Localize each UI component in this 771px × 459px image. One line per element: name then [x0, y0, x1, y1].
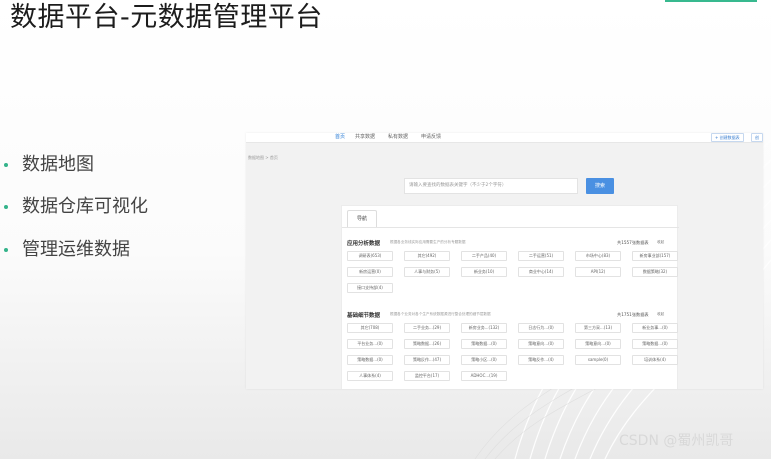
- category-tag[interactable]: 策略意向...(0): [518, 339, 564, 349]
- category-tag[interactable]: 人事与财务(5): [404, 267, 450, 277]
- secondary-nav-button[interactable]: 创: [751, 133, 763, 142]
- category-tag[interactable]: sample(0): [575, 355, 621, 365]
- category-tag[interactable]: 平台业务...(0): [347, 339, 393, 349]
- category-tag[interactable]: 接口支持部(4): [347, 283, 393, 293]
- category-tag[interactable]: 日志行为...(0): [518, 323, 564, 333]
- bullet-item: 数据仓库可视化: [0, 194, 230, 228]
- watermark: CSDN @蜀州凯哥: [619, 433, 734, 449]
- category-tag[interactable]: 人事体系(4): [347, 371, 393, 381]
- section-title: 基础细节数据: [347, 313, 381, 319]
- nav-link-private-data[interactable]: 私有数据: [388, 134, 408, 140]
- category-tag[interactable]: 策略数据...(26): [404, 339, 450, 349]
- category-tag[interactable]: 策略反作...(4): [518, 355, 564, 365]
- category-tag[interactable]: 监控平台(17): [404, 371, 450, 381]
- category-tag[interactable]: 商业中心(14): [518, 267, 564, 277]
- bullet-dot-icon: [4, 205, 8, 209]
- create-table-button[interactable]: + 创建数据表: [711, 133, 744, 142]
- category-tag[interactable]: 调研表(653): [347, 251, 393, 261]
- category-tag[interactable]: 第三方采...(13): [575, 323, 621, 333]
- top-accent-bar: [665, 0, 757, 2]
- category-tag[interactable]: 新房事业部(157): [632, 251, 678, 261]
- category-tag[interactable]: 策略数据...(0): [632, 339, 678, 349]
- category-tag[interactable]: 策略数据...(0): [347, 355, 393, 365]
- section-title: 应用分析数据: [347, 241, 381, 247]
- category-tag[interactable]: 培训体系(4): [632, 355, 678, 365]
- category-tag[interactable]: 二手产品(40): [461, 251, 507, 261]
- category-tag[interactable]: API(12): [575, 267, 621, 277]
- bullet-item: 管理运维数据: [0, 237, 230, 271]
- category-tag[interactable]: 其它(492): [404, 251, 450, 261]
- bullet-dot-icon: [4, 248, 8, 252]
- category-tag[interactable]: 策略小区...(0): [461, 355, 507, 365]
- nav-link-home[interactable]: 首页: [335, 134, 345, 140]
- category-tag[interactable]: 新房运营(0): [347, 267, 393, 277]
- search-button[interactable]: 搜索: [586, 178, 614, 194]
- section-description: 根据各业务线实际应用需要生产的分析专题数据: [390, 240, 466, 244]
- tab-navigation[interactable]: 导航: [347, 210, 377, 228]
- nav-link-shared-data[interactable]: 共享数据: [355, 134, 375, 140]
- section-count: 共1557张数据表: [617, 240, 649, 245]
- bullet-text: 数据地图: [22, 154, 94, 175]
- nav-link-feedback[interactable]: 申请反馈: [421, 134, 441, 140]
- category-tag[interactable]: 策略反作...(47): [404, 355, 450, 365]
- tab-divider: [342, 227, 679, 228]
- navigation-panel: 导航 应用分析数据 根据各业务线实际应用需要生产的分析专题数据 共1557张数据表收…: [341, 205, 679, 389]
- category-tag[interactable]: 其它(708): [347, 323, 393, 333]
- category-tag[interactable]: 新房业务...(132): [461, 323, 507, 333]
- section-count: 共1751张数据表: [617, 312, 649, 317]
- category-tag[interactable]: 数据策略(32): [632, 267, 678, 277]
- category-tag[interactable]: 市场中心(83): [575, 251, 621, 261]
- bullet-item: 数据地图: [0, 152, 230, 186]
- top-navigation: 首页 共享数据 私有数据 申请反馈 + 创建数据表 创: [246, 133, 763, 143]
- breadcrumb: 数据地图 > 首页: [248, 155, 278, 160]
- bullet-text: 管理运维数据: [22, 239, 130, 260]
- slide-title: 数据平台-元数据管理平台: [10, 2, 323, 33]
- search-input[interactable]: 请输入要查找的数据表关键字（不少于2个字符）: [404, 178, 578, 194]
- bullet-dot-icon: [4, 163, 8, 167]
- category-tag[interactable]: 二手运营(51): [518, 251, 564, 261]
- category-tag[interactable]: 二手业务...(29): [404, 323, 450, 333]
- section-collapse-toggle[interactable]: 收起: [657, 312, 664, 317]
- category-tag[interactable]: ADHOC...(19): [461, 371, 507, 381]
- category-tag[interactable]: 新业务事...(0): [632, 323, 678, 333]
- category-tag[interactable]: 新业务(10): [461, 267, 507, 277]
- bullet-text: 数据仓库可视化: [22, 196, 148, 217]
- category-tag[interactable]: 策略数据...(0): [461, 339, 507, 349]
- embedded-screenshot: 首页 共享数据 私有数据 申请反馈 + 创建数据表 创 数据地图 > 首页 请输…: [246, 133, 763, 389]
- section-collapse-toggle[interactable]: 收起: [657, 240, 664, 245]
- section-description: 根据各个业务对各个生产系统数据源进行整合处理的细节层数据: [390, 312, 491, 316]
- category-tag[interactable]: 策略意向...(0): [575, 339, 621, 349]
